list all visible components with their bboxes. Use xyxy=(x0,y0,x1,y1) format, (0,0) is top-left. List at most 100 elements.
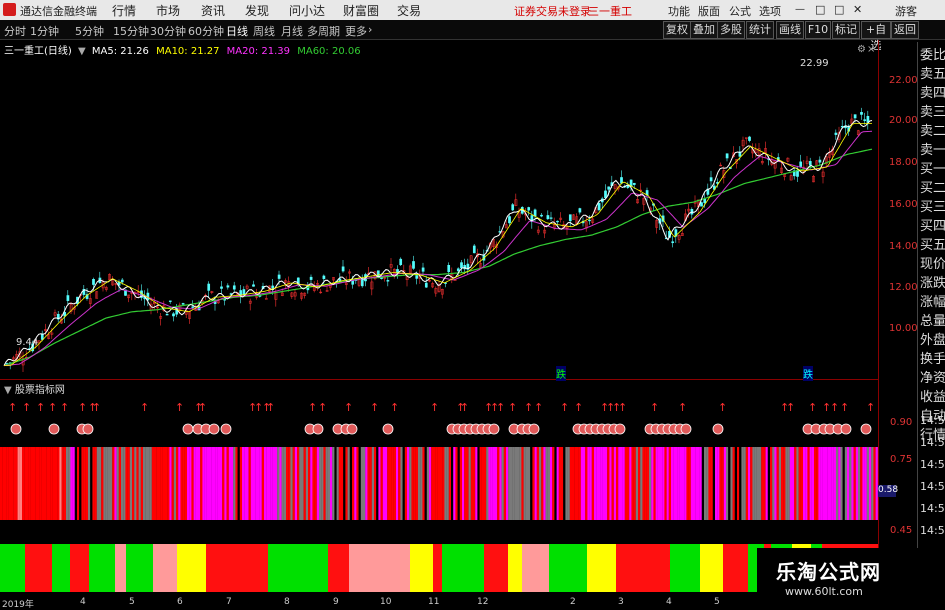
indicator-stripe xyxy=(438,447,440,520)
candle xyxy=(342,267,344,271)
indicator-stripe xyxy=(20,447,22,520)
tab-30min[interactable]: 30分钟 xyxy=(150,23,186,39)
indicator-stripe xyxy=(378,447,380,520)
color-bar-segment xyxy=(616,544,642,592)
candle xyxy=(710,178,712,181)
close-icon[interactable]: ✕ xyxy=(853,3,862,16)
price-chart[interactable] xyxy=(0,40,878,380)
color-bar-segment xyxy=(177,544,206,592)
indicator-stripe xyxy=(238,447,240,520)
tab-15min[interactable]: 15分钟 xyxy=(113,23,149,39)
guest-label[interactable]: 游客 xyxy=(895,3,917,19)
signal-ball-icon xyxy=(841,424,851,434)
indicator-stripe xyxy=(717,447,719,520)
buy-arrow-icon: ↑ xyxy=(574,401,583,414)
indicator-stripe xyxy=(158,447,160,520)
menu-wenxiaoda[interactable]: 问小达 xyxy=(289,2,325,19)
overlay-button[interactable]: 叠加 xyxy=(690,21,718,39)
ind-tick: 0.90 xyxy=(890,417,912,428)
indicator-stripe xyxy=(521,447,523,520)
indicator-stripe xyxy=(312,447,314,520)
draw-button[interactable]: 画线 xyxy=(776,21,804,39)
sidebar-label: 收益 xyxy=(920,386,945,405)
fuquan-button[interactable]: 复权 xyxy=(663,21,691,39)
indicator-stripe xyxy=(812,447,814,520)
indicator-stripe xyxy=(429,447,431,520)
menu-hangqing[interactable]: 行情 xyxy=(112,2,136,19)
mark-button[interactable]: 标记 xyxy=(832,21,860,39)
indicator-chart[interactable]: ↑↑↑↑↑↑↑↑↑↑↑↑↑↑↑↑↑↑↑↑↑↑↑↑↑↑↑↑↑↑↑↑↑↑↑↑↑↑↑↑… xyxy=(0,395,878,540)
indicator-stripe xyxy=(607,447,609,520)
indicator-stripe xyxy=(414,447,416,520)
menu-shichang[interactable]: 市场 xyxy=(156,2,180,19)
indicator-stripe xyxy=(332,447,334,520)
chevron-right-icon[interactable]: › xyxy=(368,23,372,36)
add-watchlist-button[interactable]: +自选 xyxy=(861,21,891,39)
indicator-stripe xyxy=(213,447,215,520)
indicator-stripe xyxy=(557,447,559,520)
indicator-stripe xyxy=(44,447,46,520)
indicator-stripe xyxy=(796,447,798,520)
menu-xuanxiang[interactable]: 选项 xyxy=(759,3,781,19)
indicator-stripe xyxy=(57,447,59,520)
menu-caifuquan[interactable]: 财富圈 xyxy=(343,2,379,19)
candle xyxy=(704,199,706,203)
indicator-stripe xyxy=(242,447,244,520)
stats-button[interactable]: 统计 xyxy=(746,21,774,39)
restore-icon[interactable]: □ xyxy=(815,3,825,16)
indicator-stripe xyxy=(515,447,517,520)
menu-faxian[interactable]: 发现 xyxy=(245,2,269,19)
indicator-stripe xyxy=(471,447,473,520)
tab-monthly[interactable]: 月线 xyxy=(281,23,303,39)
indicator-stripe xyxy=(579,447,581,520)
indicator-stripe xyxy=(744,447,746,520)
indicator-stripe xyxy=(653,447,655,520)
indicator-stripe xyxy=(26,447,28,520)
candle xyxy=(579,208,581,212)
indicator-stripe xyxy=(755,447,757,520)
tab-60min[interactable]: 60分钟 xyxy=(188,23,224,39)
indicator-stripe xyxy=(750,447,752,520)
back-button[interactable]: 返回 xyxy=(891,21,919,39)
f10-button[interactable]: F10 xyxy=(805,21,831,39)
indicator-stripe xyxy=(636,447,638,520)
tab-5min[interactable]: 5分钟 xyxy=(75,23,104,39)
indicator-stripe xyxy=(642,447,644,520)
indicator-stripe xyxy=(867,447,869,520)
indicator-stripe xyxy=(51,447,53,520)
indicator-stripe xyxy=(374,447,376,520)
signal-ball-icon xyxy=(489,424,499,434)
indicator-stripe xyxy=(350,447,352,520)
multistock-button[interactable]: 多股 xyxy=(717,21,745,39)
menu-zixun[interactable]: 资讯 xyxy=(201,2,225,19)
indicator-stripe xyxy=(317,447,319,520)
indicator-stripe xyxy=(385,447,387,520)
candle xyxy=(412,261,414,268)
tab-multi-period[interactable]: 多周期 xyxy=(307,23,340,39)
indicator-stripe xyxy=(856,447,858,520)
tab-1min[interactable]: 1分钟 xyxy=(30,23,59,39)
menu-bar: 通达信金融终端 行情 市场 资讯 发现 问小达 财富圈 交易 证券交易未登录 三… xyxy=(0,0,945,21)
menu-banmian[interactable]: 版面 xyxy=(698,3,720,19)
color-bar-segment xyxy=(115,544,126,592)
minimize-icon[interactable]: — xyxy=(795,4,805,15)
indicator-stripe xyxy=(288,447,290,520)
menu-jiaoyi[interactable]: 交易 xyxy=(397,2,421,19)
menu-gongneng[interactable]: 功能 xyxy=(668,3,690,19)
tab-daily[interactable]: 日线 xyxy=(226,23,248,39)
indicator-title: ▼ 股票指标网 xyxy=(4,381,65,396)
indicator-stripe xyxy=(447,447,449,520)
tab-weekly[interactable]: 周线 xyxy=(253,23,275,39)
tab-fenshi[interactable]: 分时 xyxy=(4,23,26,39)
indicator-stripe xyxy=(719,447,721,520)
indicator-stripe xyxy=(29,447,31,520)
login-status[interactable]: 证券交易未登录 xyxy=(514,3,591,19)
period-toolbar: 分时 1分钟 5分钟 15分钟 30分钟 60分钟 日线 周线 月线 多周期 更… xyxy=(0,20,945,40)
indicator-stripe xyxy=(235,447,237,520)
buy-arrow-icon: ↑ xyxy=(48,401,57,414)
indicator-stripe xyxy=(583,447,585,520)
tab-more[interactable]: 更多 xyxy=(345,23,367,39)
menu-gongshi[interactable]: 公式 xyxy=(729,3,751,19)
indicator-stripe xyxy=(139,447,141,520)
maximize-icon[interactable]: □ xyxy=(834,3,844,16)
